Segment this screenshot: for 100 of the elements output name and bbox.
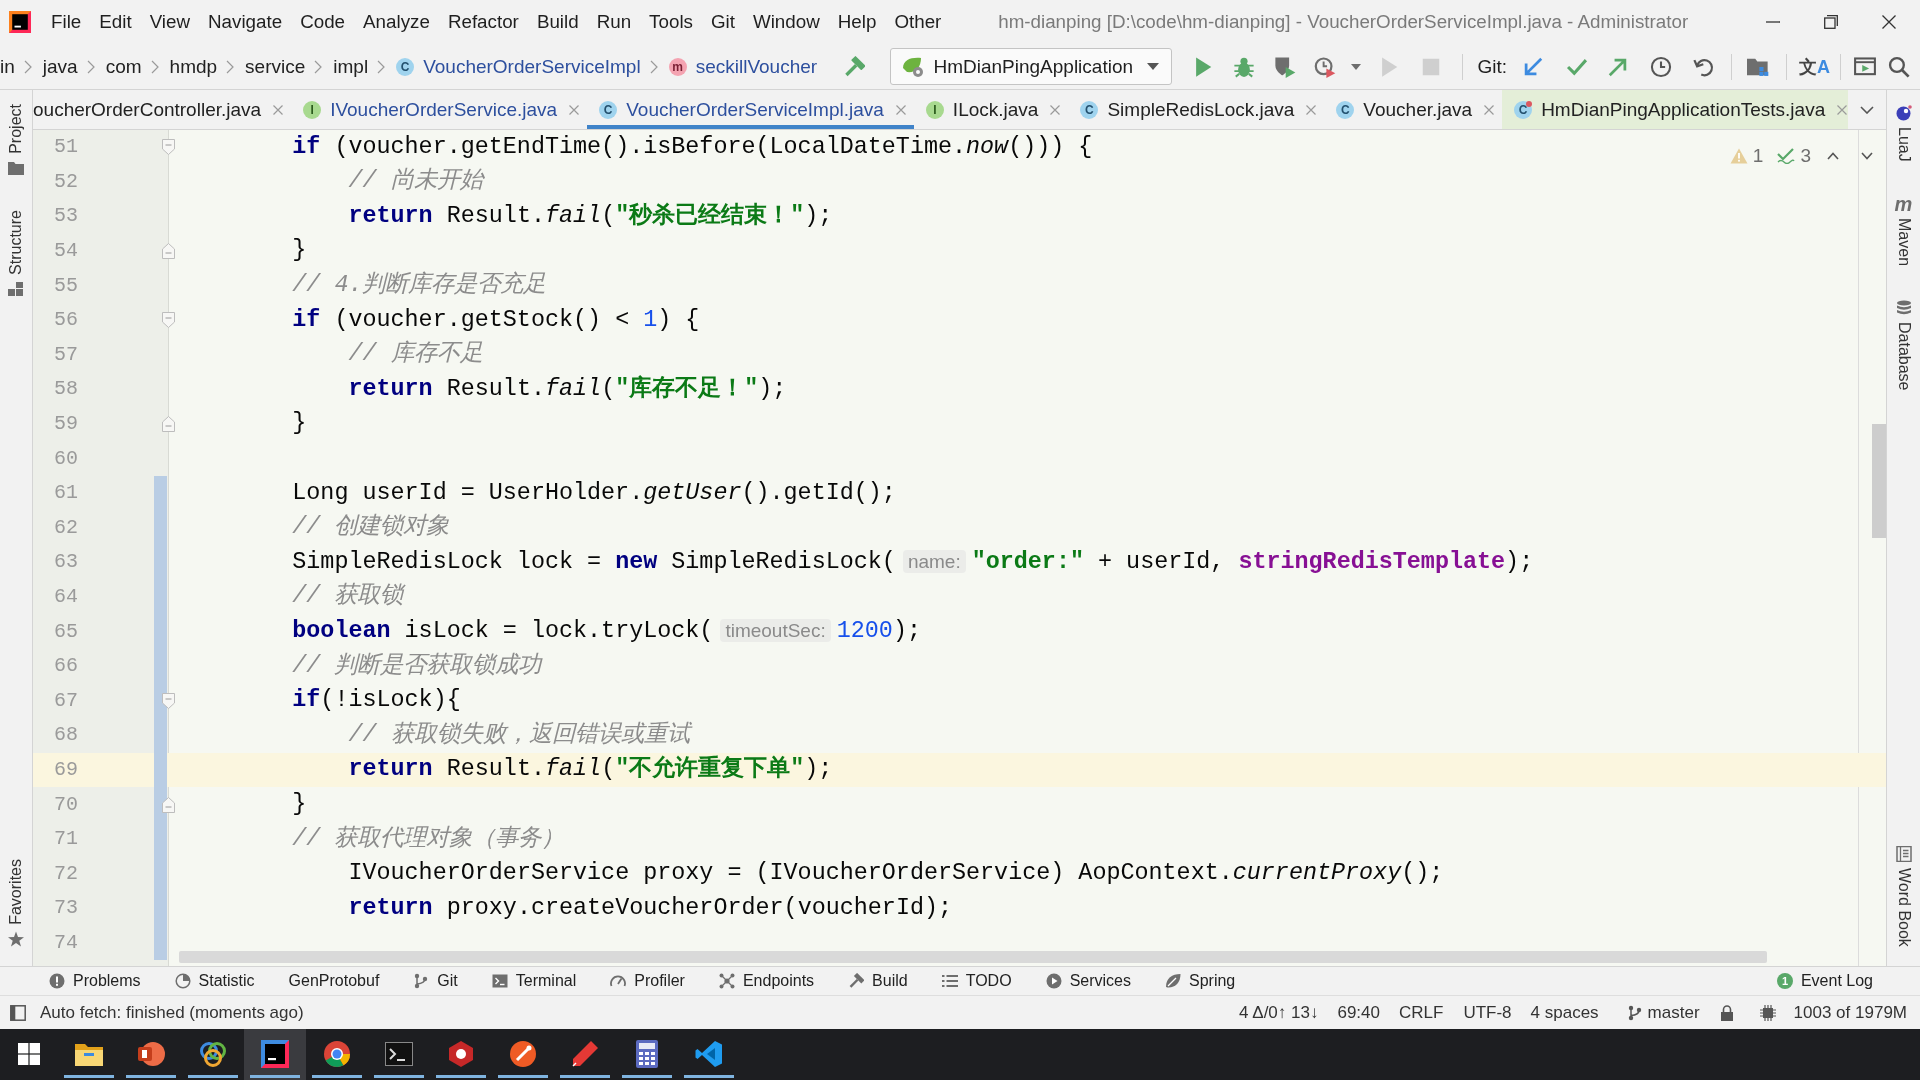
menu-item[interactable]: Other bbox=[885, 8, 951, 36]
vcs-changes[interactable]: 4 Δ/0↑ 13↓ bbox=[1239, 1002, 1319, 1023]
breadcrumb-item[interactable]: VoucherOrderServiceImpl bbox=[423, 55, 641, 78]
menu-item[interactable]: Run bbox=[587, 8, 641, 36]
menu-item[interactable]: Build bbox=[527, 8, 588, 36]
clock-icon[interactable] bbox=[1650, 55, 1672, 78]
menu-item[interactable]: Git bbox=[701, 8, 744, 36]
ide-app-icon[interactable] bbox=[261, 1040, 289, 1068]
memory-indicator[interactable]: 1003 of 1979M bbox=[1793, 1002, 1907, 1023]
menu-item[interactable]: Edit bbox=[90, 8, 141, 36]
breadcrumb-item[interactable]: service bbox=[245, 55, 306, 78]
tool-window-button[interactable]: Git bbox=[396, 972, 475, 990]
bug-icon[interactable] bbox=[1233, 55, 1256, 78]
fold-marker-icon[interactable] bbox=[162, 243, 175, 260]
breadcrumb-item[interactable]: com bbox=[105, 55, 142, 78]
shield-play-icon[interactable] bbox=[1274, 55, 1297, 78]
line-number: 52 bbox=[54, 170, 78, 193]
scrollbar-thumb[interactable] bbox=[179, 951, 1767, 963]
chevron-down-icon[interactable] bbox=[1861, 152, 1873, 160]
run-configuration-dropdown[interactable]: HmDianPingApplication bbox=[890, 48, 1173, 85]
menu-item[interactable]: Refactor bbox=[438, 8, 528, 36]
editor-tab[interactable]: C SimpleRedisLock.java bbox=[1068, 90, 1325, 129]
chevron-up-icon[interactable] bbox=[1827, 152, 1839, 160]
clock-play-icon[interactable] bbox=[1314, 55, 1337, 78]
fold-marker-icon[interactable] bbox=[162, 139, 175, 156]
breadcrumb-item[interactable]: java bbox=[42, 55, 78, 78]
line-separator[interactable]: CRLF bbox=[1399, 1002, 1444, 1023]
tool-window-button[interactable]: 1 Event Log bbox=[1759, 972, 1920, 990]
tool-window-button[interactable]: TODO bbox=[924, 972, 1029, 990]
tool-window-button[interactable]: Word Book bbox=[1894, 846, 1913, 947]
menu-item[interactable]: Window bbox=[743, 8, 829, 36]
tool-window-button[interactable]: LuaJ bbox=[1894, 105, 1913, 162]
indent-setting[interactable]: 4 spaces bbox=[1530, 1002, 1599, 1023]
chevron-down-icon[interactable] bbox=[1860, 105, 1874, 114]
breadcrumb-item[interactable]: in bbox=[0, 55, 15, 78]
letter-icon: m bbox=[1894, 195, 1913, 212]
check-icon[interactable] bbox=[1777, 148, 1796, 164]
editor-tab[interactable]: I ILock.java bbox=[913, 90, 1069, 129]
editor-tab[interactable]: oucherOrderController.java bbox=[33, 90, 292, 129]
breadcrumb-item[interactable]: hmdp bbox=[169, 55, 218, 78]
editor-tab[interactable]: C VoucherOrderServiceImpl.java bbox=[587, 90, 914, 129]
maximize-icon[interactable] bbox=[1824, 15, 1838, 29]
code-line: } bbox=[292, 409, 307, 439]
caret-position[interactable]: 69:40 bbox=[1337, 1002, 1380, 1023]
file-encoding[interactable]: UTF-8 bbox=[1463, 1002, 1512, 1023]
menu-item[interactable]: Code bbox=[291, 8, 355, 36]
hexagon-app-icon[interactable] bbox=[447, 1040, 475, 1068]
menu-item[interactable]: File bbox=[42, 8, 91, 36]
browser-app-icon[interactable] bbox=[323, 1040, 351, 1068]
tool-window-button[interactable]: Services bbox=[1028, 972, 1148, 990]
hammer-icon[interactable] bbox=[843, 55, 866, 78]
rings-app-icon[interactable] bbox=[199, 1040, 227, 1068]
lock-icon[interactable] bbox=[1718, 1004, 1735, 1021]
tool-window-button[interactable]: Endpoints bbox=[701, 972, 832, 990]
presentation-app-icon[interactable] bbox=[137, 1040, 165, 1068]
tool-window-button[interactable]: Statistic bbox=[157, 972, 272, 990]
breadcrumb-item[interactable]: impl bbox=[333, 55, 369, 78]
chip-icon[interactable] bbox=[1759, 1004, 1776, 1021]
scrollbar-thumb[interactable] bbox=[1872, 424, 1886, 538]
fold-marker-icon[interactable] bbox=[162, 692, 175, 709]
tool-window-button[interactable]: Project bbox=[7, 104, 25, 176]
menu-item[interactable]: Help bbox=[828, 8, 886, 36]
editor-tab[interactable]: C HmDianPingApplicationTests.java bbox=[1502, 90, 1848, 129]
code-line: SimpleRedisLock lock = new SimpleRedisLock( name: "order:" + userId, stringRedisTemplate); bbox=[292, 547, 1534, 577]
code-editor-app-icon[interactable] bbox=[695, 1040, 723, 1068]
line-number: 71 bbox=[54, 828, 78, 851]
menu-item[interactable]: Tools bbox=[640, 8, 702, 36]
fold-marker-icon[interactable] bbox=[162, 416, 175, 433]
tool-window-button[interactable]: Favorites bbox=[7, 859, 25, 947]
start-icon[interactable] bbox=[18, 1043, 40, 1065]
pen-app-icon[interactable] bbox=[571, 1040, 599, 1068]
menu-item[interactable]: Analyze bbox=[354, 8, 439, 36]
menu-item[interactable]: View bbox=[140, 8, 199, 36]
translate-icon[interactable]: 文A bbox=[1799, 57, 1830, 76]
panel-toggle-icon[interactable] bbox=[10, 1004, 26, 1021]
caret-down-icon[interactable] bbox=[1351, 63, 1362, 70]
calculator-app-icon[interactable] bbox=[633, 1040, 661, 1068]
line-number: 64 bbox=[54, 586, 78, 608]
tool-window-button[interactable]: m Maven bbox=[1894, 195, 1913, 266]
monitor-play-icon[interactable] bbox=[1854, 55, 1876, 78]
tool-window-button[interactable]: Problems bbox=[32, 972, 158, 990]
tool-window-button[interactable]: Structure bbox=[7, 209, 25, 297]
terminal-app-icon[interactable] bbox=[385, 1040, 413, 1068]
tool-window-button[interactable]: Database bbox=[1894, 299, 1913, 391]
orb-app-icon[interactable] bbox=[509, 1040, 537, 1068]
tool-window-button[interactable]: Spring bbox=[1148, 972, 1253, 990]
tool-window-button[interactable]: Profiler bbox=[593, 972, 702, 990]
close-icon[interactable] bbox=[1882, 15, 1896, 29]
tool-window-button[interactable]: Terminal bbox=[474, 972, 594, 990]
git-branch[interactable]: master bbox=[1647, 1002, 1700, 1023]
tool-window-button[interactable]: GenProtobuf bbox=[271, 972, 397, 990]
code-line: return Result.fail("库存不足！"); bbox=[348, 374, 787, 404]
editor-tab[interactable]: C Voucher.java bbox=[1324, 90, 1503, 129]
search-icon[interactable] bbox=[1888, 55, 1910, 78]
editor-tab[interactable]: I IVoucherOrderService.java bbox=[291, 90, 588, 129]
tool-window-button[interactable]: Build bbox=[831, 972, 925, 990]
menu-item[interactable]: Navigate bbox=[199, 8, 292, 36]
fold-marker-icon[interactable] bbox=[162, 312, 175, 329]
breadcrumb-item[interactable]: seckillVoucher bbox=[695, 55, 818, 78]
arrow-down-left-icon[interactable] bbox=[1522, 55, 1544, 78]
